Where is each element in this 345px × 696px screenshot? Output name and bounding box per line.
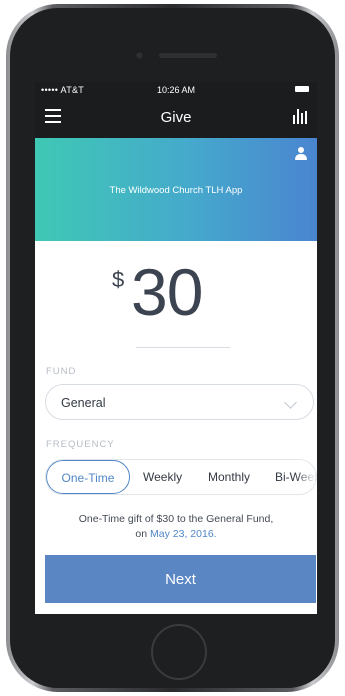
org-name: The Wildwood Church TLH App xyxy=(109,185,243,196)
fund-selected-value: General xyxy=(61,396,106,410)
frequency-option-one-time[interactable]: One-Time xyxy=(46,460,130,494)
bar-chart-icon[interactable] xyxy=(293,109,307,124)
nav-bar: Give xyxy=(35,97,317,138)
app-screen: ••••• AT&T 10:26 AM Give The Wildwood Ch… xyxy=(35,82,317,614)
gift-summary: One-Time gift of $30 to the General Fund… xyxy=(35,512,317,542)
amount-value[interactable]: 30 xyxy=(131,254,203,330)
summary-line: One-Time gift of $30 to the General Fund… xyxy=(78,513,274,525)
summary-date[interactable]: May 23, 2016. xyxy=(150,528,217,540)
fund-select[interactable]: General xyxy=(45,384,314,420)
org-banner: The Wildwood Church TLH App xyxy=(35,138,317,241)
amount-underline xyxy=(136,347,230,348)
frequency-label: FREQUENCY xyxy=(46,439,115,450)
earpiece-speaker xyxy=(159,53,217,58)
summary-date-line: on May 23, 2016. xyxy=(35,527,317,542)
fund-label: FUND xyxy=(46,366,77,377)
status-time: 10:26 AM xyxy=(156,85,196,95)
status-bar: ••••• AT&T 10:26 AM xyxy=(35,82,317,97)
next-button[interactable]: Next xyxy=(45,555,316,603)
frequency-segmented-control: One-Time Weekly Monthly Bi-Weekly xyxy=(45,459,317,495)
scroll-fade xyxy=(296,460,316,494)
home-button[interactable] xyxy=(151,624,207,680)
front-camera xyxy=(135,51,144,60)
user-icon[interactable] xyxy=(294,147,308,161)
amount-input[interactable]: $ 30 xyxy=(35,254,317,334)
chevron-down-icon xyxy=(284,396,297,409)
summary-on: on xyxy=(135,528,148,540)
battery-icon xyxy=(295,86,309,92)
frequency-option-weekly[interactable]: Weekly xyxy=(143,460,182,494)
currency-symbol: $ xyxy=(112,267,125,292)
page-title: Give xyxy=(160,109,192,126)
frequency-option-monthly[interactable]: Monthly xyxy=(208,460,250,494)
